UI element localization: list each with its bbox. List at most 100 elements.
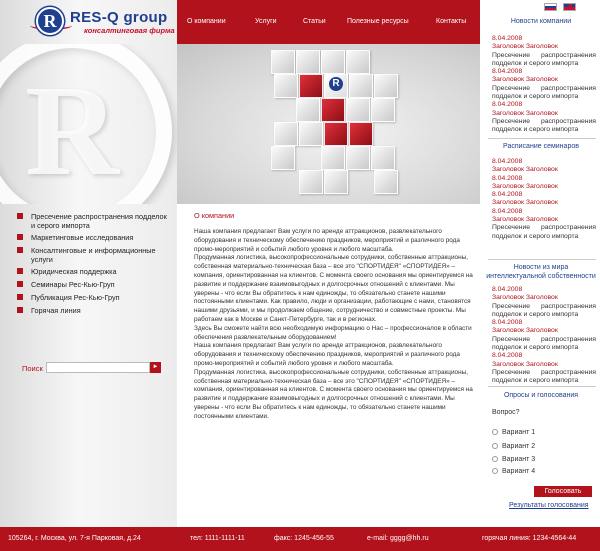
radio-icon[interactable]	[492, 429, 498, 436]
logo-brand: RES-Q group	[70, 9, 168, 26]
bullet-icon	[17, 281, 23, 287]
cube-cell	[346, 146, 370, 170]
hero-left-decoration: R	[0, 44, 177, 204]
left-menu-item-seminars[interactable]: Семинары Рес-Кью-Груп	[17, 280, 167, 293]
cube-cell	[346, 98, 370, 122]
seminar-item[interactable]: 8.04.2008 Заголовок Заголовок	[492, 158, 596, 175]
cube-cell	[374, 170, 398, 194]
seminar-item[interactable]: 8.04.2008 Заголовок Заголовок	[492, 191, 596, 208]
radio-icon[interactable]	[492, 443, 498, 450]
left-menu-item-publications[interactable]: Публикация Рес-Кью-Груп	[17, 293, 167, 306]
news-list: 8.04.2008 Заголовок Заголовок Пресечение…	[492, 35, 596, 135]
left-menu-item-consulting[interactable]: Консалтинговые и информационные услуги	[17, 246, 167, 267]
content-paragraph: Здесь Вы сможете найти всю необходимую и…	[194, 324, 472, 341]
content-body: Наша компания предлагает Вам услуги по а…	[194, 228, 474, 422]
content-paragraph: Продуманная логистика, высокопрофессиона…	[194, 254, 473, 323]
english-flag-icon[interactable]	[563, 3, 576, 11]
language-switcher	[540, 3, 600, 13]
cube-cell	[299, 122, 323, 146]
registered-mark-icon: R	[0, 44, 172, 204]
cube-cell	[324, 170, 348, 194]
poll-question: Вопрос?	[492, 409, 520, 416]
cube-cell	[321, 146, 345, 170]
news-item[interactable]: 8.04.2008 Заголовок Заголовок Пресечение…	[492, 68, 596, 101]
bullet-icon	[17, 294, 23, 300]
top-nav: О компании Услуги Статьи Полезные ресурс…	[177, 0, 480, 44]
logo-mark-icon: R	[36, 7, 64, 35]
seminars-list: 8.04.2008 Заголовок Заголовок 8.04.2008 …	[492, 158, 596, 241]
page-title: О компании	[194, 211, 235, 220]
cube-cell	[374, 74, 398, 98]
poll-heading: Опросы и голосования	[503, 392, 579, 399]
seminar-item[interactable]: 8.04.2008 Заголовок Заголовок	[492, 175, 596, 192]
poll-option-1[interactable]: Вариант 1	[492, 429, 535, 439]
search-input[interactable]	[46, 362, 150, 373]
vote-button[interactable]: Голосовать	[534, 486, 592, 497]
russian-flag-icon[interactable]	[544, 3, 557, 11]
cube-cell	[346, 50, 370, 74]
ip-news-item[interactable]: 8.04.2008 Заголовок Заголовок Пресечение…	[492, 352, 596, 385]
search-button[interactable]: ►	[150, 362, 161, 373]
cube-cell	[274, 122, 298, 146]
footer-hotline: горячая линия: 1234-4564-44	[482, 535, 577, 542]
poll-option-2[interactable]: Вариант 2	[492, 443, 535, 453]
news-heading: Новости компании	[510, 18, 572, 25]
logo-tagline: консалтинговая фирма	[84, 26, 175, 35]
ip-news-item[interactable]: 8.04.2008 Заголовок Заголовок Пресечение…	[492, 286, 596, 319]
left-column: R RES-Q group консалтинговая фирма R Пре…	[0, 0, 177, 527]
radio-icon[interactable]	[492, 468, 498, 475]
cube-cell	[296, 50, 320, 74]
cube-cell	[349, 74, 373, 98]
hero-banner	[177, 44, 480, 204]
footer-address: 105264, г. Москва, ул. 7-я Парковая, д.2…	[8, 535, 141, 542]
bullet-icon	[17, 268, 23, 274]
cube-logo-icon	[324, 74, 348, 98]
footer-email[interactable]: e-mail: gggg@hh.ru	[367, 535, 429, 542]
left-menu: Пресечение распространения подделок и се…	[17, 212, 167, 319]
cube-cell	[371, 146, 395, 170]
cube-cell	[349, 122, 373, 146]
nav-item-articles[interactable]: Статьи	[303, 18, 326, 25]
cube-cell	[324, 122, 348, 146]
footer: 105264, г. Москва, ул. 7-я Парковая, д.2…	[0, 527, 600, 551]
cube-cell	[371, 98, 395, 122]
rubik-cube-image	[271, 50, 401, 198]
content-paragraph: Наша компания предлагает Вам услуги по а…	[194, 342, 460, 367]
divider	[488, 386, 596, 387]
ip-news-item[interactable]: 8.04.2008 Заголовок Заголовок Пресечение…	[492, 319, 596, 352]
bullet-icon	[17, 234, 23, 240]
poll-results-link[interactable]: Результаты голосования	[509, 502, 589, 509]
seminars-heading: Расписание семинаров	[503, 143, 579, 150]
nav-item-services[interactable]: Услуги	[255, 18, 277, 25]
seminar-item[interactable]: 8.04.2008 Заголовок Заголовок Пресечение…	[492, 208, 596, 241]
cube-cell	[299, 170, 323, 194]
nav-item-resources[interactable]: Полезные ресурсы	[347, 18, 409, 25]
ip-news-list: 8.04.2008 Заголовок Заголовок Пресечение…	[492, 286, 596, 386]
nav-item-about[interactable]: О компании	[187, 18, 226, 25]
nav-item-contacts[interactable]: Контакты	[436, 18, 466, 25]
left-menu-item-marketing[interactable]: Маркетинговые исследования	[17, 233, 167, 246]
bullet-icon	[17, 247, 23, 253]
content-paragraph: Продуманная логистика, высокопрофессиона…	[194, 368, 473, 420]
cube-cell	[274, 74, 298, 98]
poll-option-3[interactable]: Вариант 3	[492, 456, 535, 466]
left-menu-item-hotline[interactable]: Горячая линия	[17, 306, 167, 319]
radio-icon[interactable]	[492, 456, 498, 463]
left-menu-item-anti-counterfeit[interactable]: Пресечение распространения подделок и се…	[17, 212, 167, 233]
footer-fax: факс: 1245-456-55	[274, 535, 334, 542]
bullet-icon	[17, 213, 23, 219]
left-menu-item-legal[interactable]: Юридическая поддержка	[17, 267, 167, 280]
divider	[488, 138, 596, 139]
cube-cell	[271, 146, 295, 170]
search-box: Поиск ►	[22, 362, 162, 374]
footer-phone: тел: 1111-1111-11	[190, 535, 245, 542]
news-item[interactable]: 8.04.2008 Заголовок Заголовок Пресечение…	[492, 35, 596, 68]
cube-cell	[271, 50, 295, 74]
poll-option-4[interactable]: Вариант 4	[492, 468, 535, 478]
main-content: О компании Наша компания предлагает Вам …	[177, 204, 480, 527]
search-label: Поиск	[22, 364, 43, 373]
cube-cell	[321, 50, 345, 74]
news-item[interactable]: 8.04.2008 Заголовок Заголовок Пресечение…	[492, 101, 596, 134]
bullet-icon	[17, 307, 23, 313]
logo[interactable]: R RES-Q group консалтинговая фирма	[0, 0, 177, 44]
